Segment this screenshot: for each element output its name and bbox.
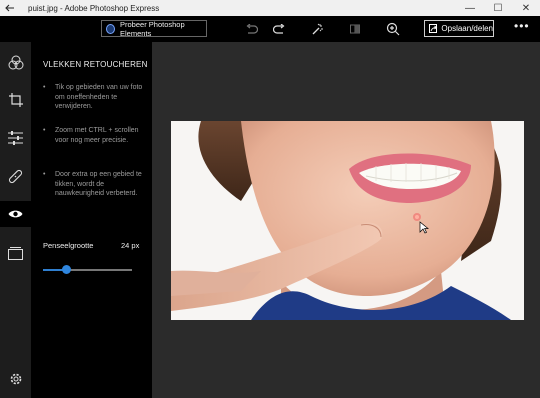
rail-eye[interactable] <box>0 201 31 227</box>
adjustments-icon <box>8 131 23 145</box>
zoom-in-icon[interactable] <box>385 21 401 37</box>
try-photoshop-elements-button[interactable]: Probeer Photoshop Elements <box>101 19 207 38</box>
app-toolbar: Probeer Photoshop Elements Opslaan/delen… <box>0 16 540 42</box>
tip-text: Door extra op een gebied te tikken, word… <box>55 171 142 197</box>
tip-item: • Zoom met CTRL + scrollen voor nog meer… <box>43 126 143 145</box>
share-icon <box>429 24 438 33</box>
tip-item: • Door extra op een gebied te tikken, wo… <box>43 171 142 197</box>
photo[interactable] <box>171 121 524 320</box>
panel-title: VLEKKEN RETOUCHEREN <box>43 60 148 69</box>
brush-size-slider-thumb[interactable] <box>61 265 71 274</box>
photoshop-elements-icon <box>106 23 116 34</box>
more-options-button[interactable]: ••• <box>514 19 530 33</box>
frame-icon <box>8 246 23 260</box>
promo-label: Probeer Photoshop Elements <box>120 19 185 38</box>
rail-adjustments[interactable] <box>0 125 31 151</box>
tip-text: Tik op gebieden van uw foto om oneffenhe… <box>55 84 143 110</box>
tip-text: Zoom met CTRL + scrollen voor nog meer p… <box>55 127 139 144</box>
tip-item: • Tik op gebieden van uw foto om oneffen… <box>43 84 143 110</box>
back-arrow-icon[interactable] <box>0 0 20 16</box>
rail-filters[interactable] <box>0 49 31 75</box>
compare-icon[interactable] <box>347 21 363 37</box>
eye-icon <box>8 210 23 218</box>
minimize-button[interactable]: — <box>456 0 484 16</box>
settings-icon <box>10 373 21 385</box>
undo-icon[interactable] <box>243 21 259 37</box>
magic-wand-icon[interactable] <box>309 21 325 37</box>
close-button[interactable]: ✕ <box>512 0 540 16</box>
bandage-icon <box>8 169 23 183</box>
rail-crop[interactable] <box>0 87 31 113</box>
save-share-button[interactable]: Opslaan/delen <box>424 20 494 37</box>
filters-icon <box>8 55 23 69</box>
rail-bandage[interactable] <box>0 163 31 189</box>
spot-healing-panel: VLEKKEN RETOUCHEREN • Tik op gebieden va… <box>31 42 152 398</box>
save-share-label: Opslaan/delen <box>441 24 493 33</box>
brush-size-value: 24 px <box>121 241 140 250</box>
maximize-button[interactable]: ☐ <box>484 0 512 16</box>
rail-frame[interactable] <box>0 240 31 266</box>
crop-icon <box>8 93 23 107</box>
photo-image <box>171 121 524 320</box>
window-title: puist.jpg - Adobe Photoshop Express <box>28 3 160 13</box>
image-canvas <box>152 42 540 398</box>
redo-icon[interactable] <box>271 21 287 37</box>
brush-size-label: Penseelgrootte <box>43 241 94 250</box>
window-title-bar: puist.jpg - Adobe Photoshop Express — ☐ … <box>0 0 540 16</box>
tool-rail <box>0 42 31 398</box>
rail-settings[interactable] <box>0 366 31 392</box>
